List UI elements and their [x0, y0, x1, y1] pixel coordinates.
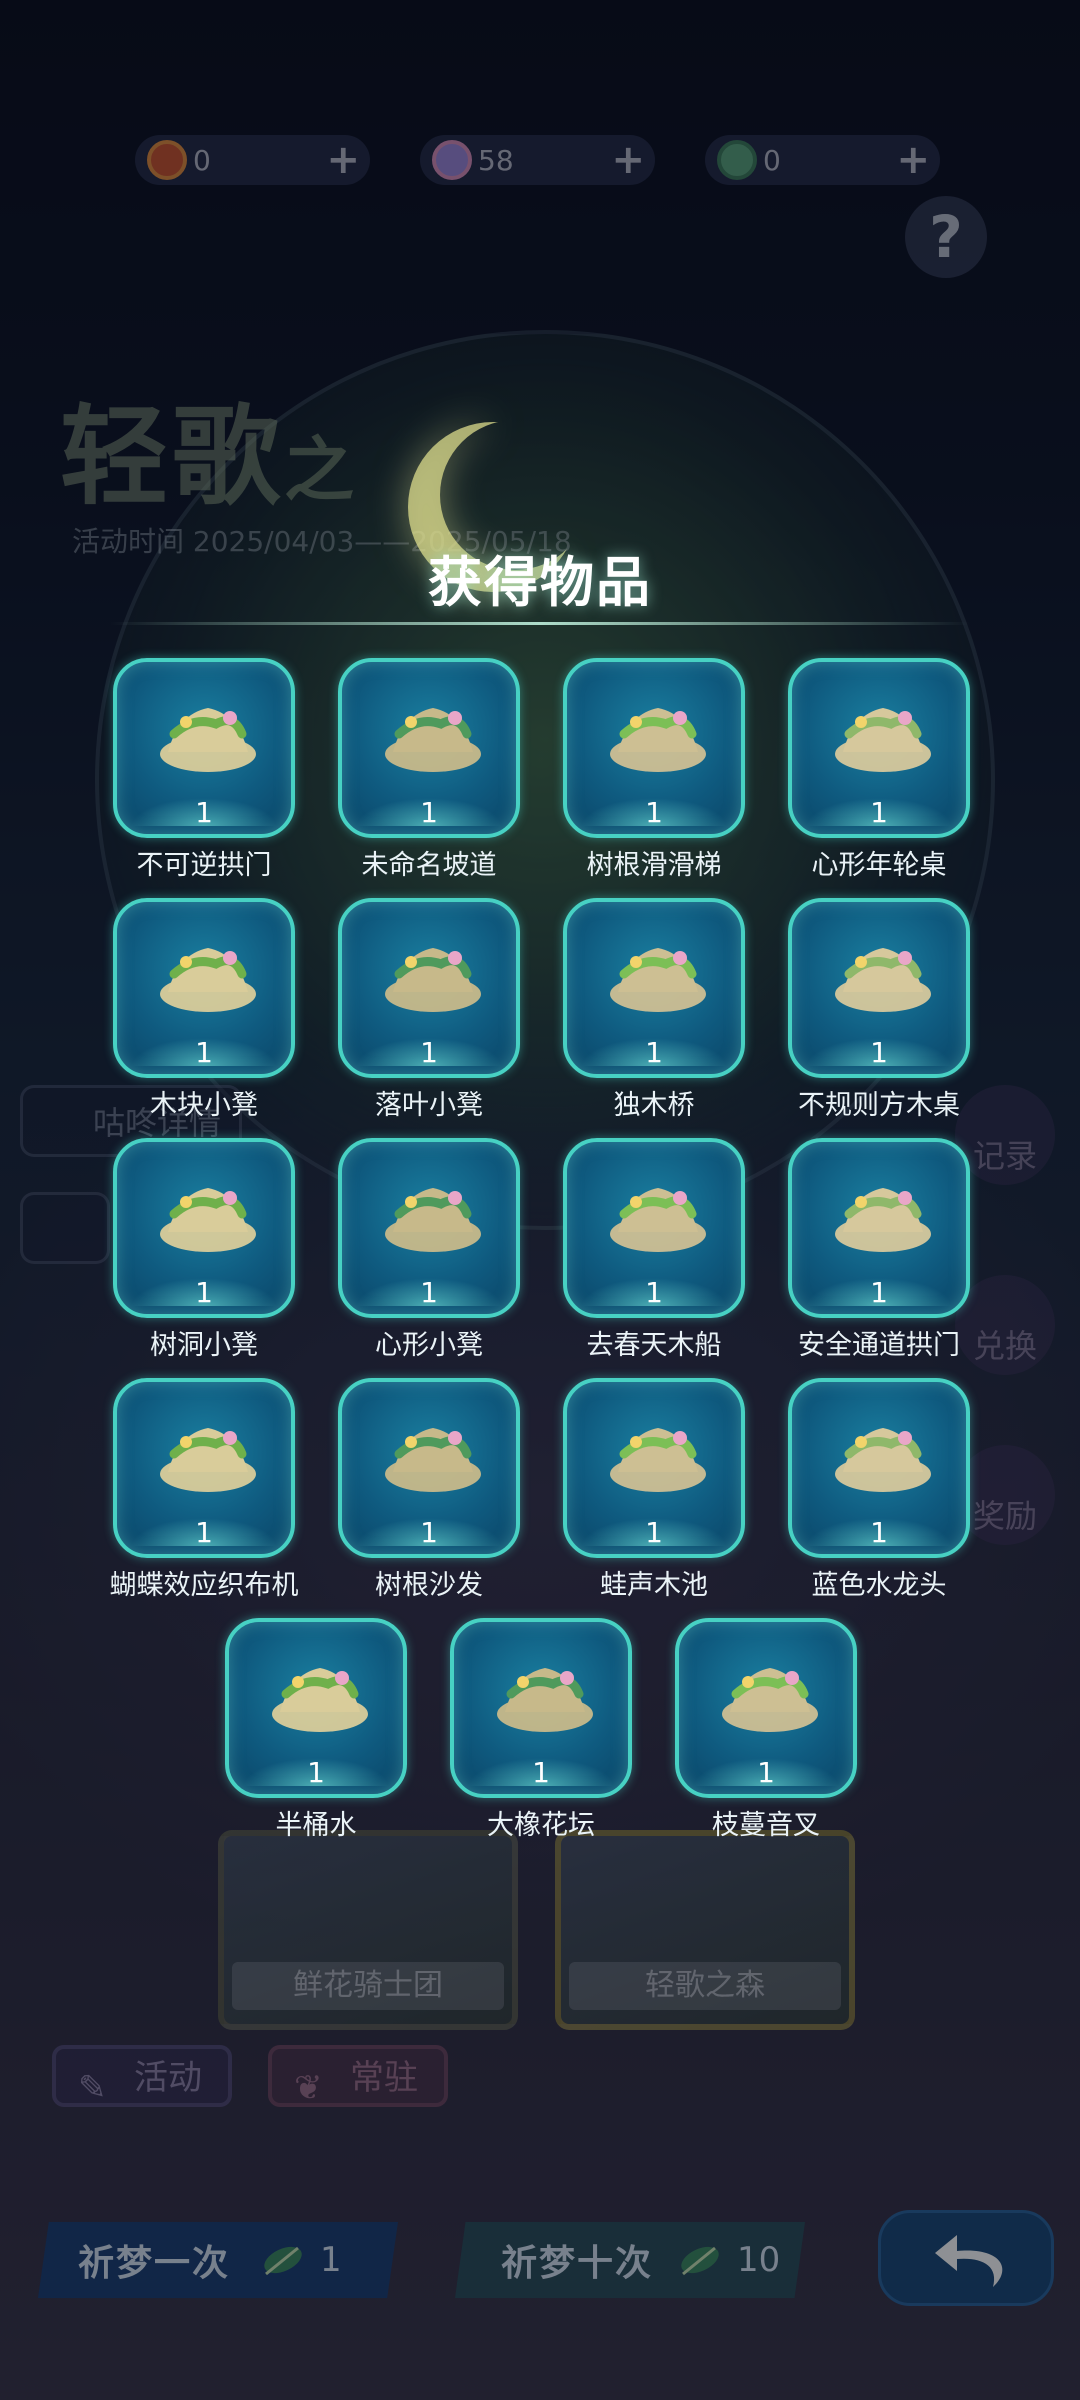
title-divider [110, 622, 970, 625]
reward-quantity: 1 [420, 796, 438, 829]
reward-item[interactable]: 1 蓝色水龙头 [788, 1378, 970, 1601]
reward-item[interactable]: 1 树洞小凳 [113, 1138, 295, 1361]
reward-item[interactable]: 1 不可逆拱门 [113, 658, 295, 881]
reward-quantity: 1 [195, 1276, 213, 1309]
reward-name: 去春天木船 [586, 1330, 722, 1361]
reward-item[interactable]: 1 蝴蝶效应织布机 [110, 1378, 299, 1601]
reward-quantity: 1 [870, 1036, 888, 1069]
hollow-stool-icon [160, 1188, 256, 1252]
leaf-stool-icon [385, 948, 481, 1012]
reward-name: 落叶小凳 [375, 1090, 483, 1121]
root-slide-icon [610, 708, 706, 772]
reward-item[interactable]: 1 树根沙发 [338, 1378, 520, 1601]
reward-quantity: 1 [870, 1516, 888, 1549]
reward-name: 蓝色水龙头 [811, 1570, 947, 1601]
reward-quantity: 1 [532, 1756, 550, 1789]
reward-name: 木块小凳 [150, 1090, 258, 1121]
reward-item[interactable]: 1 独木桥 [563, 898, 745, 1121]
reward-item[interactable]: 1 木块小凳 [113, 898, 295, 1121]
reward-quantity: 1 [645, 1036, 663, 1069]
heart-stool-icon [385, 1188, 481, 1252]
heart-table-icon [835, 708, 931, 772]
reward-quantity: 1 [645, 1276, 663, 1309]
reward-item[interactable]: 1 蛙声木池 [563, 1378, 745, 1601]
reward-quantity: 1 [195, 796, 213, 829]
reward-item[interactable]: 1 心形小凳 [338, 1138, 520, 1361]
reward-item[interactable]: 1 未命名坡道 [338, 658, 520, 881]
reward-item[interactable]: 1 枝蔓音叉 [675, 1618, 857, 1841]
log-bridge-icon [610, 948, 706, 1012]
reward-name: 树根沙发 [375, 1570, 483, 1601]
loom-icon [160, 1428, 256, 1492]
reward-quantity: 1 [420, 1516, 438, 1549]
bucket-icon [272, 1668, 368, 1732]
reward-quantity: 1 [307, 1756, 325, 1789]
reward-name: 安全通道拱门 [798, 1330, 960, 1361]
reward-quantity: 1 [757, 1756, 775, 1789]
wood-stool-icon [160, 948, 256, 1012]
boat-icon [610, 1188, 706, 1252]
reward-name: 蝴蝶效应织布机 [109, 1570, 299, 1601]
reward-item[interactable]: 1 半桶水 [225, 1618, 407, 1841]
reward-quantity: 1 [195, 1036, 213, 1069]
reward-name: 树洞小凳 [150, 1330, 258, 1361]
reward-name: 不可逆拱门 [136, 850, 272, 881]
square-table-icon [835, 948, 931, 1012]
popup-title: 获得物品 [428, 551, 652, 614]
reward-quantity: 1 [870, 796, 888, 829]
reward-quantity: 1 [420, 1036, 438, 1069]
reward-name: 枝蔓音叉 [712, 1810, 820, 1841]
reward-name: 心形年轮桌 [811, 850, 947, 881]
reward-name: 半桶水 [275, 1810, 357, 1841]
root-sofa-icon [385, 1428, 481, 1492]
reward-item[interactable]: 1 大橡花坛 [450, 1618, 632, 1841]
reward-quantity: 1 [645, 796, 663, 829]
reward-item[interactable]: 1 去春天木船 [563, 1138, 745, 1361]
reward-quantity: 1 [420, 1276, 438, 1309]
planter-icon [497, 1668, 593, 1732]
flower-arch-icon [835, 1188, 931, 1252]
reward-name: 蛙声木池 [600, 1570, 708, 1601]
reward-item[interactable]: 1 落叶小凳 [338, 898, 520, 1121]
reward-name: 心形小凳 [375, 1330, 483, 1361]
arch-icon [160, 708, 256, 772]
pond-icon [610, 1428, 706, 1492]
reward-quantity: 1 [870, 1276, 888, 1309]
reward-name: 不规则方木桌 [798, 1090, 960, 1121]
reward-item[interactable]: 1 树根滑滑梯 [563, 658, 745, 881]
faucet-icon [835, 1428, 931, 1492]
reward-name: 独木桥 [613, 1090, 695, 1121]
reward-name: 未命名坡道 [361, 850, 497, 881]
reward-quantity: 1 [195, 1516, 213, 1549]
reward-item[interactable]: 1 安全通道拱门 [788, 1138, 970, 1361]
reward-quantity: 1 [645, 1516, 663, 1549]
reward-name: 树根滑滑梯 [586, 850, 722, 881]
reward-name: 大橡花坛 [487, 1810, 595, 1841]
vine-fork-icon [722, 1668, 818, 1732]
ramp-icon [385, 708, 481, 772]
reward-item[interactable]: 1 心形年轮桌 [788, 658, 970, 881]
reward-item[interactable]: 1 不规则方木桌 [788, 898, 970, 1121]
